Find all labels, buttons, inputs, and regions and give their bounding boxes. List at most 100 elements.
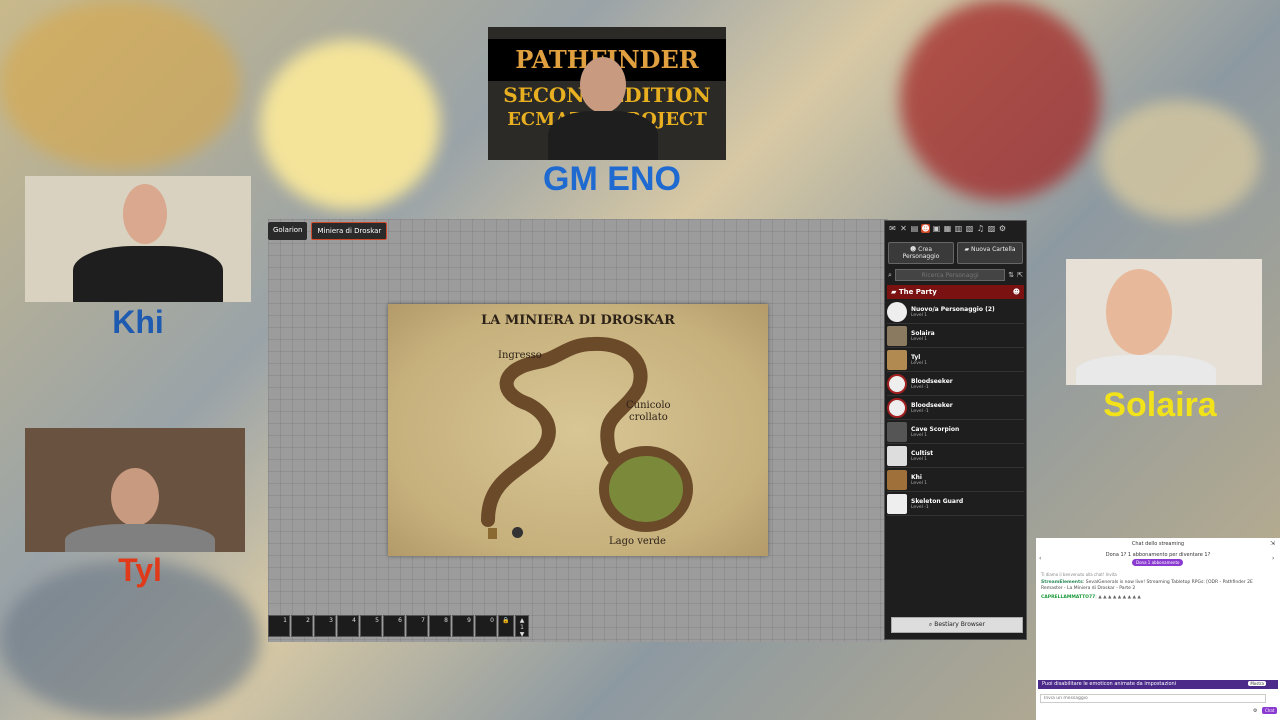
chat-banner-button[interactable]: Mostra [1248, 681, 1266, 686]
actor-level: Level -1 [911, 504, 929, 510]
bestiary-browser-button[interactable]: ⌕ Bestiary Browser [891, 617, 1023, 633]
chat-user-2[interactable]: CAPRELLAMMATTO77 [1041, 595, 1095, 600]
actor-row[interactable]: Tyl Level 1 [887, 349, 1024, 372]
tyl-name-label: Tyl [118, 552, 162, 588]
actor-row[interactable]: Cultist Level 1 [887, 445, 1024, 468]
background-art-left [0, 0, 240, 170]
chat-input[interactable] [1040, 694, 1266, 703]
add-actor-icon[interactable]: ☻ [1013, 288, 1020, 296]
actor-level: Level 1 [911, 432, 928, 438]
chat-banner: Puoi disabilitare le emoticon animate da… [1038, 680, 1278, 689]
tyl-face [111, 468, 159, 526]
map-label-ingresso: Ingresso [498, 350, 542, 361]
settings-tab-icon[interactable]: ⚙ [998, 224, 1007, 233]
actor-thumb [887, 422, 907, 442]
actor-thumb [887, 326, 907, 346]
sidebar-tabs: ✉ ✕ ▤ ☻ ▣ ▦ ▥ ▧ ♫ ▨ ⚙ [885, 221, 1026, 239]
actor-name: Solaira [911, 329, 935, 337]
actor-thumb [887, 470, 907, 490]
khi-name-label: Khi [112, 304, 164, 340]
actor-row[interactable]: Skeleton Guard Level -1 [887, 493, 1024, 516]
hotbar-slot-5[interactable]: 5 [360, 615, 382, 637]
chevron-right-icon[interactable]: › [1272, 555, 1274, 562]
items-tab-icon[interactable]: ▣ [932, 224, 941, 233]
hotbar-slot-8[interactable]: 8 [429, 615, 451, 637]
chat-banner-text: Puoi disabilitare le emoticon animate da… [1042, 681, 1177, 687]
hotbar-slot-4[interactable]: 4 [337, 615, 359, 637]
actor-row[interactable]: Solaira Level 1 [887, 325, 1024, 348]
actor-name: Skeleton Guard [911, 497, 964, 505]
scene-tab-miniera[interactable]: Miniera di Droskar [311, 222, 388, 240]
khi-webcam [25, 176, 251, 302]
chat-tab-icon[interactable]: ✉ [888, 224, 897, 233]
gm-name-label: GM ENO [543, 160, 681, 198]
solaira-body [1076, 355, 1216, 385]
actor-thumb [887, 302, 907, 322]
actor-row[interactable]: Bloodseeker Level -1 [887, 373, 1024, 396]
new-folder-button[interactable]: ▰ Nuova Cartella [957, 242, 1023, 264]
scene-tab-golarion[interactable]: Golarion [268, 222, 308, 240]
actor-level: Level 1 [911, 312, 928, 318]
hotbar-slot-7[interactable]: 7 [406, 615, 428, 637]
chat-user-1[interactable]: StreamElements [1041, 580, 1083, 585]
playlists-tab-icon[interactable]: ♫ [976, 224, 985, 233]
folder-name: The Party [898, 288, 937, 296]
map-label-cunicolo-2: crollato [629, 412, 668, 423]
chat-send-button[interactable]: Chat [1262, 707, 1278, 714]
hotbar-slot-1[interactable]: 1 [268, 615, 290, 637]
folder-open-icon: ▰ [891, 288, 899, 296]
scene-navigation: Golarion Miniera di Droskar [268, 222, 388, 240]
chevron-up-icon[interactable]: ▲ [520, 617, 525, 624]
journal-tab-icon[interactable]: ▦ [943, 224, 952, 233]
actor-name: Khi [911, 473, 922, 481]
chat-header-icon[interactable]: ⇲ [1270, 540, 1275, 547]
chat-message-1: StreamElements: SevalGenerals is now liv… [1041, 580, 1253, 591]
cave-path-svg [481, 336, 693, 532]
emote-icons: ▲ ▲ ▲ ▲ ▲ ▲ ▲ ▲ ▲ [1098, 595, 1141, 600]
hotbar-page-control[interactable]: ▲ 1 ▼ [515, 615, 529, 638]
hotbar-slot-2[interactable]: 2 [291, 615, 313, 637]
hotbar-lock-icon[interactable]: 🔒 [498, 615, 514, 637]
chat-promo-button[interactable]: Dona 1 abbonamento [1132, 559, 1184, 566]
actor-thumb [887, 398, 907, 418]
token-enemy[interactable] [512, 527, 523, 538]
actor-row[interactable]: Cave Scorpion Level 1 [887, 421, 1024, 444]
khi-face [123, 184, 167, 244]
actor-level: Level 1 [911, 360, 928, 366]
actor-thumb [887, 446, 907, 466]
actor-row[interactable]: Khi Level 1 [887, 469, 1024, 492]
actor-row[interactable]: Bloodseeker Level -1 [887, 397, 1024, 420]
scenes-tab-icon[interactable]: ▤ [910, 224, 919, 233]
actor-level: Level -1 [911, 384, 929, 390]
collapse-icon[interactable]: ⇱ [1017, 271, 1023, 279]
actor-level: Level -1 [911, 408, 929, 414]
chevron-left-icon[interactable]: ‹ [1039, 555, 1041, 562]
dungeon-map: LA MINIERA DI DROSKAR Ingresso Cunicolo … [388, 304, 768, 556]
token-solaira[interactable] [488, 528, 497, 539]
tables-tab-icon[interactable]: ▥ [954, 224, 963, 233]
chevron-down-icon[interactable]: ▼ [520, 631, 525, 638]
compendium-tab-icon[interactable]: ▨ [987, 224, 996, 233]
sort-icon[interactable]: ⇅ [1008, 271, 1014, 279]
hotbar-slot-9[interactable]: 9 [452, 615, 474, 637]
green-lake [599, 446, 693, 532]
hotbar-slot-6[interactable]: 6 [383, 615, 405, 637]
background-red-creature [900, 0, 1100, 200]
actor-level: Level 1 [911, 336, 928, 342]
actor-thumb [887, 494, 907, 514]
map-label-lago: Lago verde [609, 536, 666, 547]
settings-icon[interactable]: ⚙ [1253, 708, 1257, 714]
actor-name: Cave Scorpion [911, 425, 960, 433]
cards-tab-icon[interactable]: ▧ [965, 224, 974, 233]
gm-face [580, 57, 626, 113]
solaira-webcam [1066, 259, 1262, 385]
hotbar-slot-3[interactable]: 3 [314, 615, 336, 637]
hotbar-slot-0[interactable]: 0 [475, 615, 497, 637]
actor-row[interactable]: Nuovo/a Personaggio (2) Level 1 [887, 301, 1024, 324]
gm-body [548, 111, 658, 160]
actor-search-input[interactable] [894, 269, 1006, 281]
combat-tab-icon[interactable]: ✕ [899, 224, 908, 233]
create-actor-button[interactable]: ☻ Crea Personaggio [888, 242, 954, 264]
actors-tab-icon[interactable]: ☻ [921, 224, 930, 233]
folder-the-party[interactable]: ▰ The Party ☻ [887, 285, 1024, 299]
